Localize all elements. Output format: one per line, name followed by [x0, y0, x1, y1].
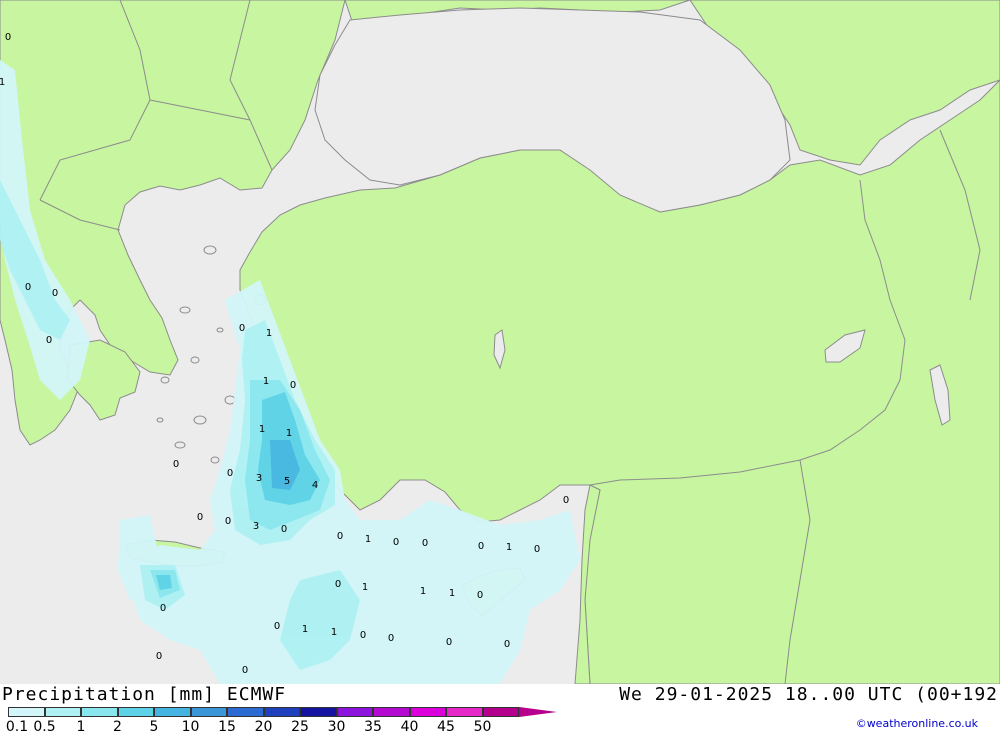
precip-value: 1 [365, 534, 371, 545]
legend-swatch [154, 707, 191, 717]
precip-value: 1 [506, 542, 512, 553]
legend-swatch [117, 707, 154, 717]
precip-value: 3 [256, 473, 262, 484]
precip-value: 0 [274, 621, 280, 632]
precip-value: 0 [242, 665, 248, 676]
precip-value: 0 [388, 633, 394, 644]
precip-value: 0 [393, 537, 399, 548]
legend-swatch [227, 707, 264, 717]
legend-swatch [190, 707, 227, 717]
precip-value: 0 [446, 637, 452, 648]
precip-value: 0 [5, 32, 11, 43]
legend-swatch [44, 707, 81, 717]
precip-value: 1 [302, 624, 308, 635]
precip-value: 0 [290, 380, 296, 391]
precip-value: 1 [263, 376, 269, 387]
precip-value: 5 [284, 476, 290, 487]
precip-value: 0 [563, 495, 569, 506]
precip-value: 0 [337, 531, 343, 542]
legend-swatch [336, 707, 373, 717]
precip-value: 0 [504, 639, 510, 650]
precip-value: 1 [362, 582, 368, 593]
precip-value: 0 [477, 590, 483, 601]
legend-swatch [300, 707, 337, 717]
precip-value: 0 [52, 288, 58, 299]
legend-swatch [8, 707, 45, 717]
precip-value: 0 [239, 323, 245, 334]
precip-value: 1 [286, 428, 292, 439]
precip-value: 0 [281, 524, 287, 535]
footer: Precipitation [mm] ECMWF We 29-01-2025 1… [0, 684, 1000, 735]
precipitation-map[interactable]: 0 1 0 0 0 0 1 1 0 1 1 0 0 3 5 4 0 0 3 0 0 0 1 0 0 0 1 0 0 1 1 1 0 0 1 1 0 0 0 0… [0, 0, 1000, 685]
legend-swatch [482, 707, 519, 717]
precip-value: 1 [420, 586, 426, 597]
precip-value: 1 [266, 328, 272, 339]
precip-value: 0 [25, 282, 31, 293]
credit-link[interactable]: ©weatheronline.co.uk [856, 717, 978, 730]
forecast-time: We 29-01-2025 18..00 UTC (00+192 [619, 684, 998, 705]
legend-swatch [81, 707, 118, 717]
legend-swatch [263, 707, 300, 717]
precip-value: 0 [534, 544, 540, 555]
legend-swatch [409, 707, 446, 717]
precip-value: 0 [197, 512, 203, 523]
precip-value: 1 [259, 424, 265, 435]
precip-value: 0 [156, 651, 162, 662]
precip-value: 0 [227, 468, 233, 479]
precip-value: 1 [449, 588, 455, 599]
precip-value: 0 [422, 538, 428, 549]
precip-value: 4 [312, 480, 318, 491]
precip-value: 1 [331, 627, 337, 638]
precip-value: 0 [360, 630, 366, 641]
map-title: Precipitation [mm] ECMWF [2, 684, 287, 705]
precip-value: 0 [335, 579, 341, 590]
precip-value: 0 [160, 603, 166, 614]
legend-swatch [446, 707, 483, 717]
precip-value: 1 [0, 77, 5, 88]
precip-value: 0 [173, 459, 179, 470]
precip-value: 3 [253, 521, 259, 532]
precip-value: 0 [46, 335, 52, 346]
precip-value: 0 [478, 541, 484, 552]
legend-arrow [519, 707, 557, 717]
precip-value: 0 [225, 516, 231, 527]
legend-swatch [373, 707, 410, 717]
